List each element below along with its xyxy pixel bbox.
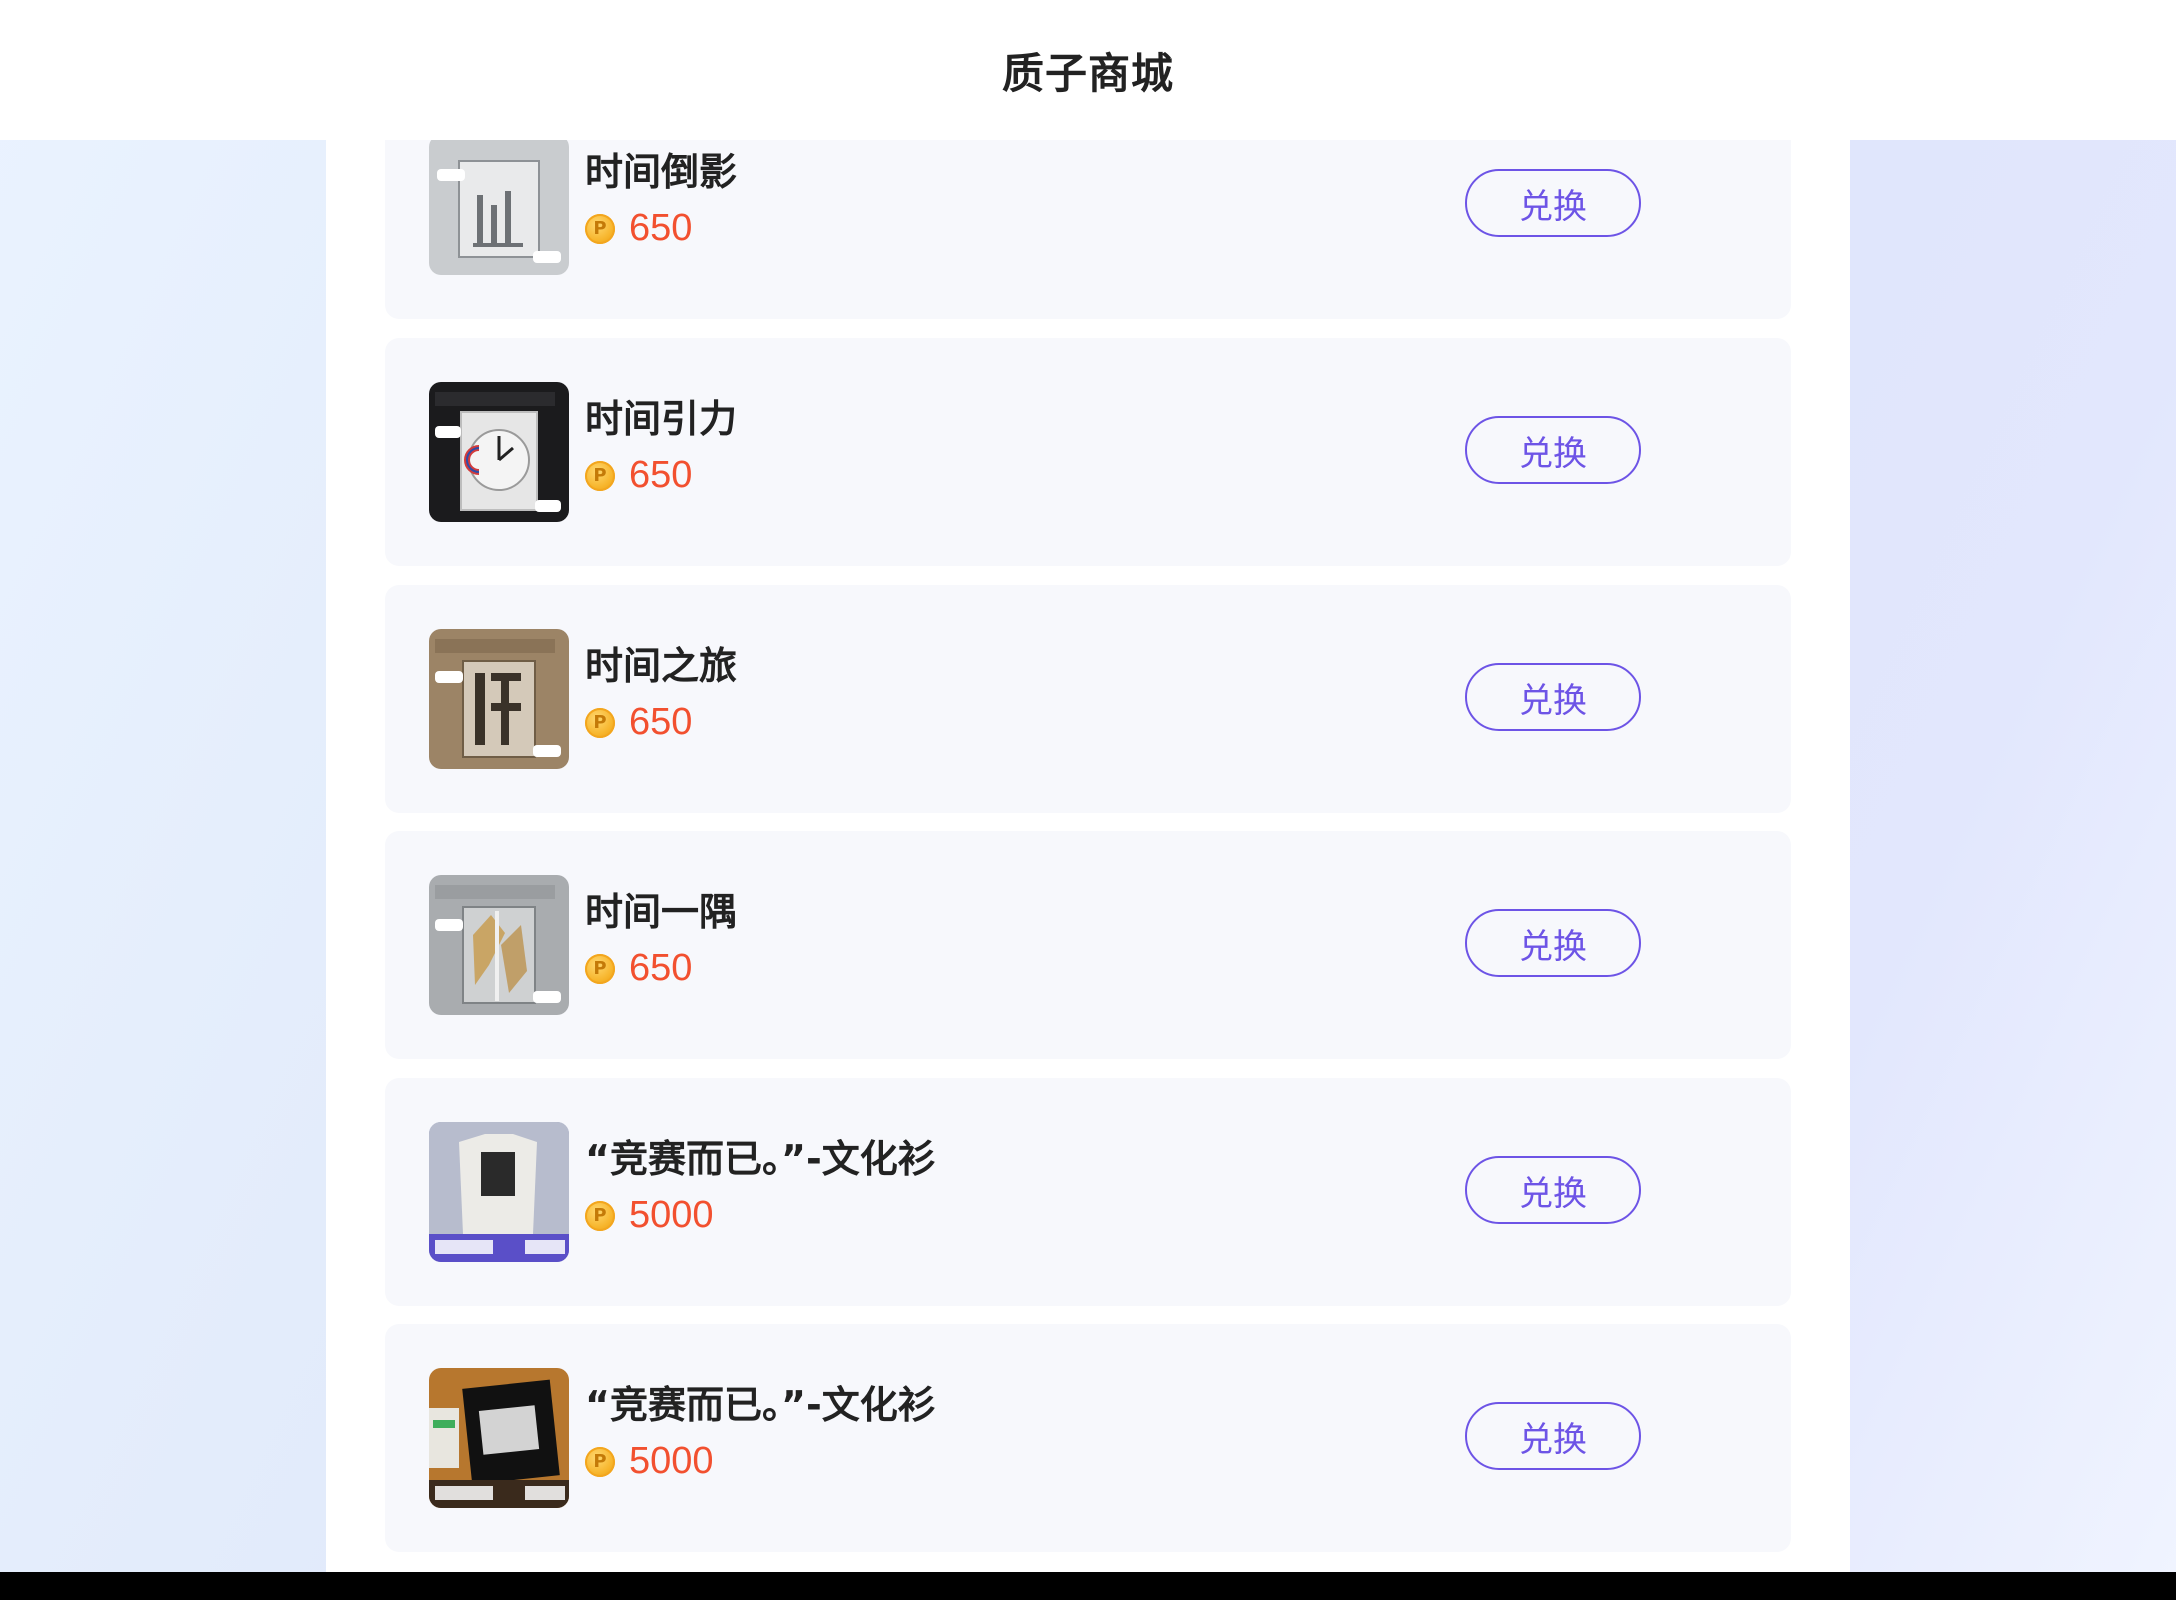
bottom-bar [0,1572,2176,1600]
product-price: 650 [629,701,693,743]
exchange-button[interactable]: 兑换 [1465,416,1641,484]
product-name: 时间一隅 [585,890,738,934]
product-price: 5000 [629,1194,714,1236]
coin-icon: P [585,460,615,491]
exchange-button[interactable]: 兑换 [1465,1156,1641,1224]
price-row: P 5000 [585,1194,714,1237]
price-row: P 650 [585,701,692,744]
product-name: 时间引力 [585,397,738,441]
exchange-button[interactable]: 兑换 [1465,663,1641,731]
product-name: 时间之旅 [585,644,738,688]
product-card[interactable]: 时间引力 P 650 兑换 [385,338,1791,566]
price-row: P 650 [585,207,692,250]
exchange-button[interactable]: 兑换 [1465,1402,1641,1470]
exchange-button[interactable]: 兑换 [1465,909,1641,977]
product-price: 650 [629,207,693,249]
price-row: P 650 [585,947,692,990]
page-header: 质子商城 [0,0,2176,140]
product-name: “竞赛而已。”-文化衫 [585,1383,936,1427]
product-price: 650 [629,947,693,989]
coin-icon: P [585,213,615,244]
product-name: “竞赛而已。”-文化衫 [585,1137,936,1181]
product-thumbnail[interactable] [429,135,569,275]
product-price: 650 [629,454,693,496]
coin-icon: P [585,953,615,984]
product-card[interactable]: “竞赛而已。”-文化衫 P 5000 兑换 [385,1078,1791,1306]
coin-icon: P [585,1446,615,1477]
product-thumbnail[interactable] [429,1122,569,1262]
coin-icon: P [585,707,615,738]
price-row: P 5000 [585,1440,714,1483]
product-thumbnail[interactable] [429,1368,569,1508]
product-price: 5000 [629,1440,714,1482]
exchange-button[interactable]: 兑换 [1465,169,1641,237]
price-row: P 650 [585,454,692,497]
coin-icon: P [585,1200,615,1231]
product-list: 时间倒影 P 650 兑换 时间引力 P 650 兑换 时间之旅 P 650 兑… [326,0,1850,1572]
product-thumbnail[interactable] [429,629,569,769]
product-card[interactable]: 时间一隅 P 650 兑换 [385,831,1791,1059]
product-thumbnail[interactable] [429,382,569,522]
product-card[interactable]: “竞赛而已。”-文化衫 P 5000 兑换 [385,1324,1791,1552]
product-card[interactable]: 时间之旅 P 650 兑换 [385,585,1791,813]
product-thumbnail[interactable] [429,875,569,1015]
product-name: 时间倒影 [585,150,738,194]
page-title: 质子商城 [1001,48,1174,98]
